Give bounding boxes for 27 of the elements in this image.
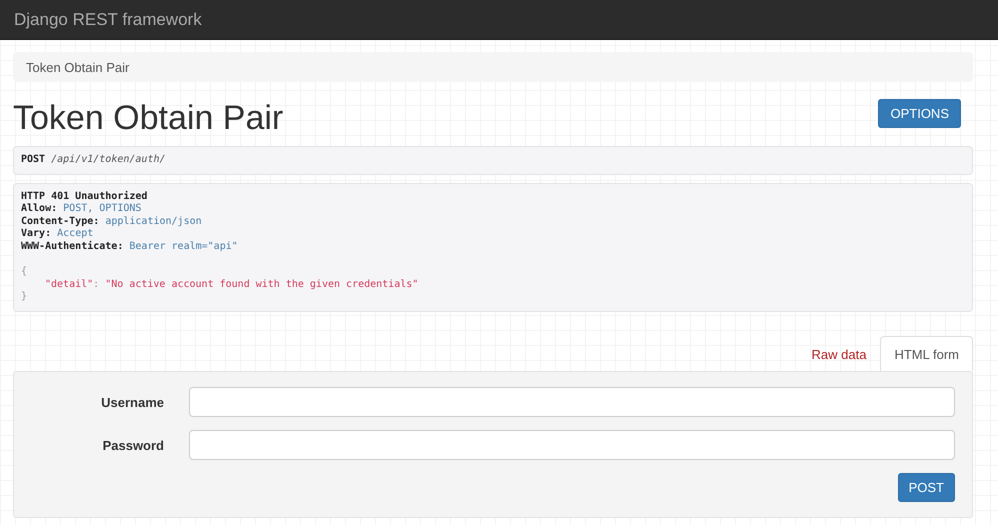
tab[interactable]: HTML form [880,336,973,372]
header-value: Accept [57,228,94,240]
tab[interactable]: Raw data [798,336,880,372]
request-method: POST [21,154,46,166]
field-label: Password [102,438,165,453]
header-value: application/json [105,216,202,227]
field-label: Username [100,394,165,410]
json-value: "No active account found with the given credentials" [105,278,418,290]
request-path: /api/v1/token/auth/ [51,154,166,166]
header-name: WWW-Authenticate: [21,241,124,252]
status-line: HTTP 401 Unauthorized [21,190,148,202]
input-field[interactable] [189,387,955,418]
options-button[interactable]: OPTIONS [878,99,961,128]
breadcrumb-item[interactable]: Token Obtain Pair [26,60,130,74]
json-brace: { [21,266,28,278]
page-title: Token Obtain Pair [13,99,284,138]
header-value: Bearer realm="api" [129,241,238,252]
header-name: Allow: [21,203,58,214]
header-name: Content-Type: [21,216,100,227]
header-value: POST, OPTIONS [63,203,142,214]
json-colon: : [93,278,100,290]
input-field[interactable] [189,430,955,460]
json-key: "detail" [45,278,94,290]
json-brace: } [21,291,28,302]
post-button[interactable]: POST [898,473,955,502]
brand-link[interactable]: Django REST framework [14,10,202,30]
header-name: Vary: [21,228,52,240]
